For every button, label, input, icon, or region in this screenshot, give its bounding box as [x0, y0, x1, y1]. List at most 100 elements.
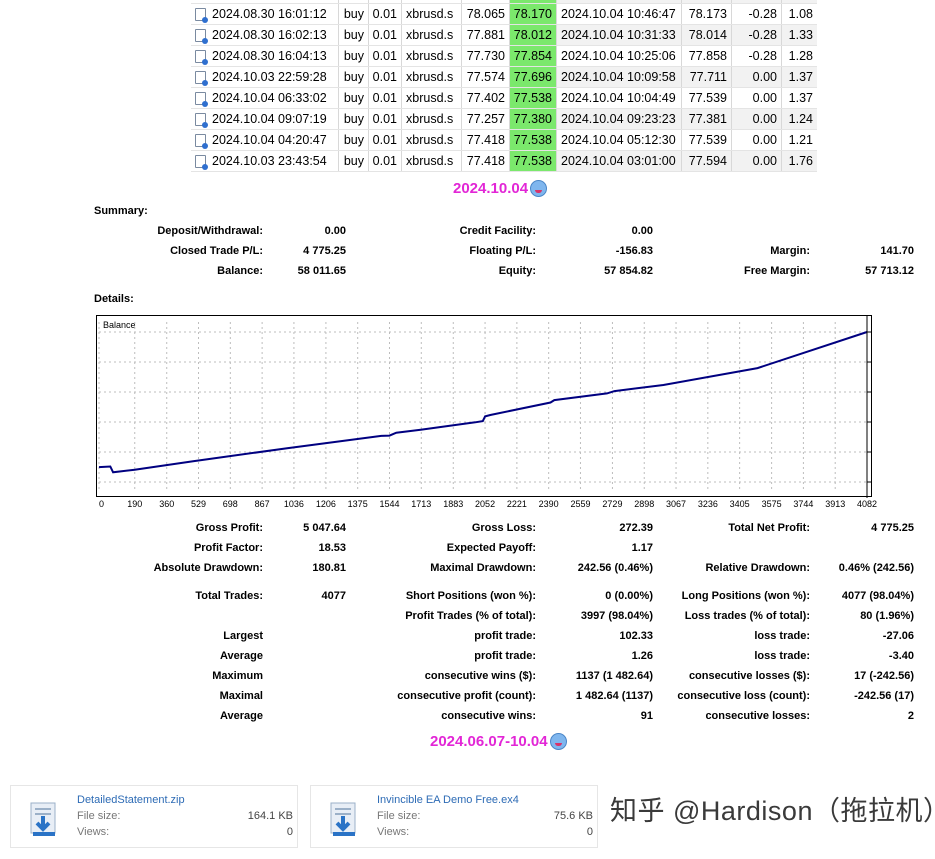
- cell-close-price: 78.173: [682, 4, 732, 24]
- expected-payoff-value: 1.17: [631, 542, 653, 554]
- cell-text: 0.01: [372, 49, 397, 63]
- cell-text: 77.858: [688, 49, 727, 63]
- cell-text: 1.37: [788, 91, 813, 105]
- cell-close-price: 77.539: [682, 130, 732, 150]
- cell-swap: -0.28: [732, 25, 782, 45]
- attachment-card[interactable]: Invincible EA Demo Free.ex4 File size: V…: [310, 785, 598, 848]
- cell-profit: 1.76: [782, 151, 817, 171]
- order-doc-icon: [195, 49, 208, 65]
- max-cons-losses-value: 17 (-242.56): [854, 670, 914, 682]
- cell-profit: 1.37: [782, 67, 817, 87]
- cell-text: 77.418: [466, 154, 505, 168]
- cell-symbol: xbrusd.s: [402, 25, 462, 45]
- attachment-card[interactable]: DetailedStatement.zip File size: Views: …: [10, 785, 298, 848]
- rel-drawdown-label: Relative Drawdown:: [705, 562, 810, 574]
- avg-cons-wins-label: consecutive wins:: [441, 710, 536, 722]
- cell-text: buy: [343, 49, 364, 63]
- x-tick-label: 2390: [538, 499, 559, 509]
- x-tick-label: 3067: [666, 499, 687, 509]
- cell-text: 78.012: [513, 28, 552, 42]
- balance-chart-svg: Balance 579605692955899548695383852808: [98, 316, 871, 498]
- largest-loss-value: -27.06: [882, 630, 914, 642]
- cell-open-time: 2024.10.03 22:59:28: [191, 67, 339, 87]
- cell-text: 77.381: [688, 112, 727, 126]
- cell-text: 78.170: [513, 7, 552, 21]
- cell-type: buy: [339, 25, 369, 45]
- balance-line: [98, 331, 868, 474]
- cell-symbol: xbrusd.s: [402, 109, 462, 129]
- cell-sl: 77.696: [510, 67, 557, 87]
- cell-text: 2024.10.04 05:12:30: [561, 133, 676, 147]
- caption-range-text: 2024.06.07-10.04: [430, 733, 548, 750]
- cell-text: 2024.08.30 16:02:13: [212, 28, 327, 42]
- long-positions-value: 4077 (98.04%): [841, 590, 914, 602]
- free-margin-value: 57 713.12: [865, 265, 914, 277]
- cell-open-price: 77.881: [462, 25, 510, 45]
- cell-close-time: 2024.10.04 10:04:49: [557, 88, 682, 108]
- cell-text: 0.00: [752, 154, 777, 168]
- cell-close-price: 77.594: [682, 151, 732, 171]
- cell-text: 77.711: [689, 70, 727, 84]
- table-row: 2024.10.03 22:59:28 buy 0.01 xbrusd.s 77.574…: [191, 67, 817, 88]
- cell-sl: 77.538: [510, 88, 557, 108]
- cell-text: xbrusd.s: [406, 91, 454, 105]
- cell-text: -0.28: [748, 7, 778, 21]
- table-row: 2024.08.30 16:04:13 buy 0.01 xbrusd.s 77.730…: [191, 46, 817, 67]
- cell-text: 2024.10.04 03:01:00: [561, 154, 676, 168]
- cell-volume: 0.01: [369, 4, 402, 24]
- cell-swap: 0.00: [732, 67, 782, 87]
- table-row: 2024.10.03 23:43:54 buy 0.01 xbrusd.s 77.418…: [191, 151, 817, 172]
- deposit-value: 0.00: [324, 225, 346, 237]
- x-tick-label: 2052: [475, 499, 496, 509]
- cell-text: 2024.10.04 10:25:06: [561, 49, 676, 63]
- attachment-name[interactable]: Invincible EA Demo Free.ex4: [377, 794, 519, 806]
- cell-close-time: 2024.10.04 05:12:30: [557, 130, 682, 150]
- total-trades-label: Total Trades:: [195, 590, 263, 602]
- cell-text: buy: [343, 112, 364, 126]
- cell-close-time: 2024.10.04 10:31:33: [557, 25, 682, 45]
- cell-symbol: xbrusd.s: [402, 4, 462, 24]
- cell-text: xbrusd.s: [406, 112, 454, 126]
- long-positions-label: Long Positions (won %):: [681, 590, 810, 602]
- cell-text: 0.00: [752, 133, 777, 147]
- x-tick-label: 3236: [697, 499, 718, 509]
- cell-text: 77.696: [513, 70, 552, 84]
- cell-open-price: 77.257: [462, 109, 510, 129]
- balance-value: 58 011.65: [297, 265, 346, 277]
- short-positions-label: Short Positions (won %):: [405, 590, 536, 602]
- credit-value: 0.00: [631, 225, 653, 237]
- cell-close-time: 2024.10.04 03:01:00: [557, 151, 682, 171]
- cell-swap: 0.00: [732, 109, 782, 129]
- cell-close-price: 77.858: [682, 46, 732, 66]
- deposit-label: Deposit/Withdrawal:: [157, 225, 263, 237]
- cell-symbol: xbrusd.s: [402, 130, 462, 150]
- order-doc-icon: [195, 28, 208, 44]
- cell-text: -0.28: [748, 49, 778, 63]
- cell-text: 77.402: [466, 91, 505, 105]
- cell-text: 77.574: [466, 70, 505, 84]
- x-tick-label: 2221: [506, 499, 527, 509]
- download-file-icon: [330, 802, 356, 836]
- cell-text: 1.21: [788, 133, 813, 147]
- cell-open-time: 2024.10.03 23:43:54: [191, 151, 339, 171]
- attachment-name[interactable]: DetailedStatement.zip: [77, 794, 185, 806]
- cell-volume: 0.01: [369, 67, 402, 87]
- gross-profit-label: Gross Profit:: [195, 522, 263, 534]
- x-tick-label: 1375: [347, 499, 368, 509]
- cell-symbol: xbrusd.s: [402, 88, 462, 108]
- equity-label: Equity:: [498, 265, 536, 277]
- order-doc-icon: [195, 133, 208, 149]
- cell-text: 77.539: [688, 91, 727, 105]
- cell-profit: 1.08: [782, 4, 817, 24]
- cell-open-price: 77.574: [462, 67, 510, 87]
- maximal-profit-value: 1 482.64 (1137): [575, 690, 653, 702]
- margin-value: 141.70: [880, 245, 914, 257]
- cell-profit: 1.37: [782, 88, 817, 108]
- x-tick-label: 2729: [602, 499, 623, 509]
- order-doc-icon: [195, 112, 208, 128]
- cell-text: 0.01: [372, 154, 397, 168]
- cell-text: 77.594: [688, 154, 727, 168]
- cell-text: 78.014: [688, 28, 727, 42]
- file-size-value: 75.6 KB: [553, 810, 593, 822]
- cell-symbol: xbrusd.s: [402, 151, 462, 171]
